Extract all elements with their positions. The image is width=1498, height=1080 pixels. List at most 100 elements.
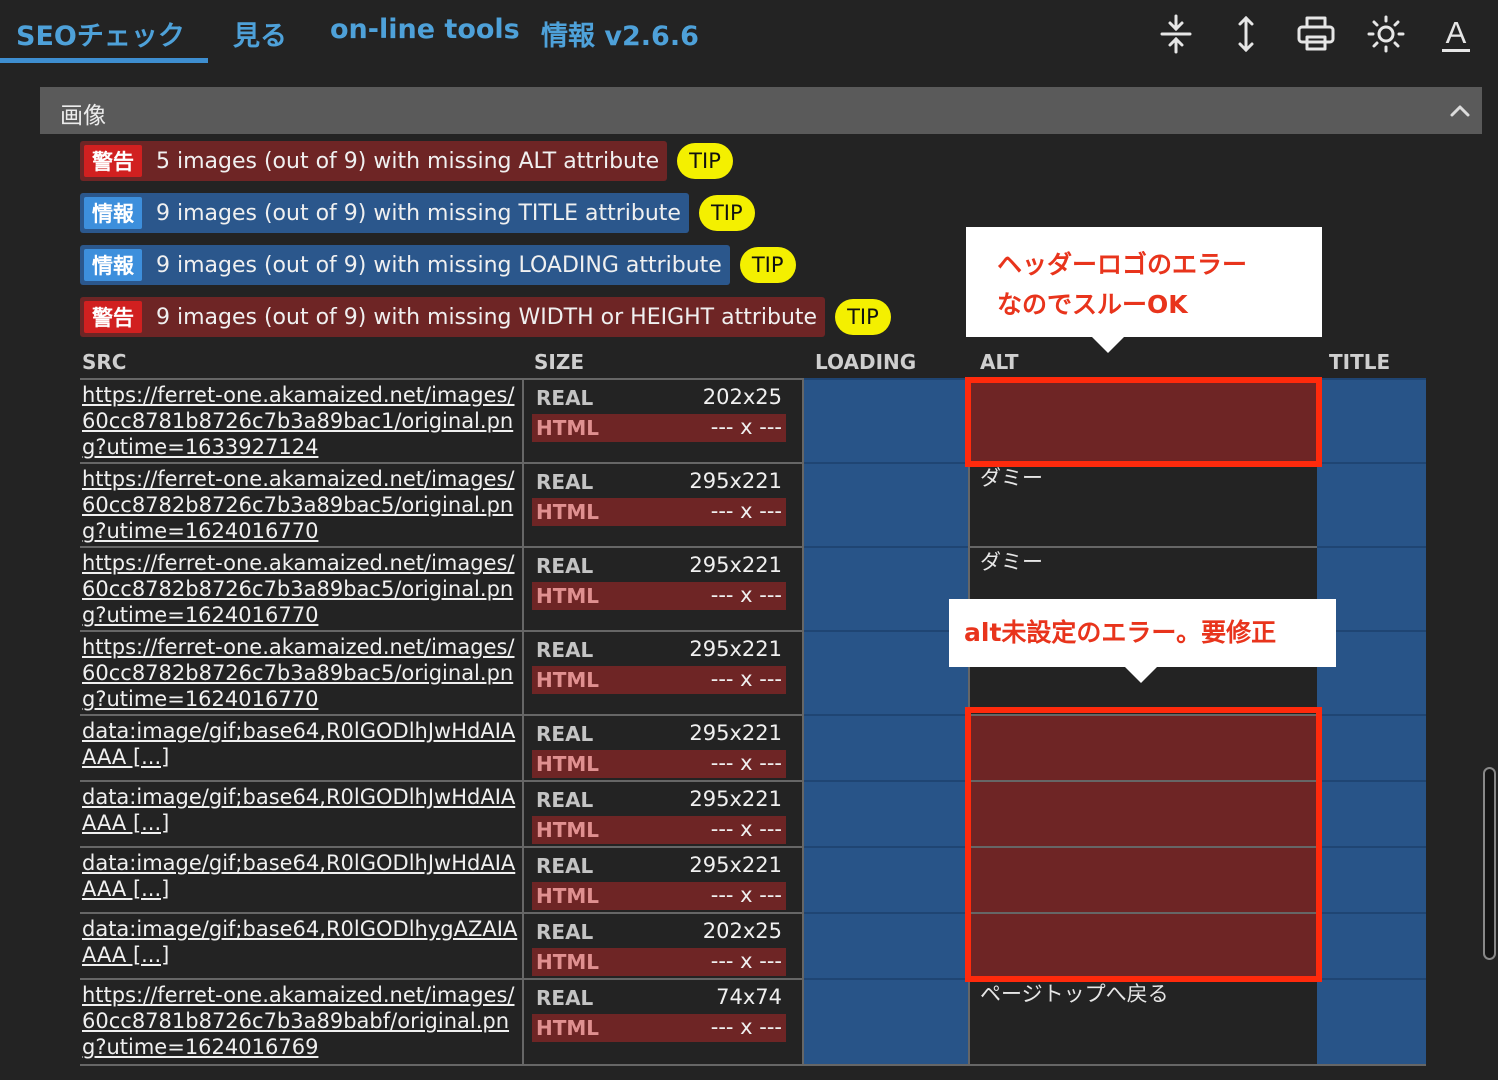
table-row: https://ferret-one.akamaized.net/images/… (80, 978, 1426, 1066)
real-label: REAL (536, 722, 594, 746)
message-missing-title: 情報 9 images (out of 9) with missing TITL… (80, 193, 755, 233)
message-text: 9 images (out of 9) with missing WIDTH o… (156, 304, 818, 330)
annotation-callout-header-logo: ヘッダーロゴのエラー なのでスルーOK (966, 227, 1322, 353)
src-cell: https://ferret-one.akamaized.net/images/… (80, 630, 524, 714)
html-size: HTML --- x --- (532, 816, 786, 844)
src-cell: https://ferret-one.akamaized.net/images/… (80, 378, 524, 462)
table-row: https://ferret-one.akamaized.net/images/… (80, 462, 1426, 546)
images-section-header[interactable]: 画像 (40, 87, 1482, 134)
real-label: REAL (536, 920, 594, 944)
message-missing-loading: 情報 9 images (out of 9) with missing LOAD… (80, 245, 796, 285)
html-size: HTML --- x --- (532, 1014, 786, 1042)
html-size-value: --- x --- (710, 751, 782, 775)
tab-seo-check[interactable]: SEOチェック (16, 14, 185, 53)
html-size: HTML --- x --- (532, 666, 786, 694)
real-label: REAL (536, 638, 594, 662)
real-size-value: 295x221 (689, 637, 782, 661)
message-box: 情報 9 images (out of 9) with missing TITL… (80, 193, 689, 233)
real-size-value: 295x221 (689, 553, 782, 577)
html-label: HTML (536, 416, 600, 440)
real-label: REAL (536, 386, 594, 410)
html-size-value: --- x --- (710, 667, 782, 691)
real-size: REAL 295x221 (532, 852, 786, 880)
tab-online-tools[interactable]: on-line tools (330, 14, 520, 45)
font-icon[interactable]: A (1434, 12, 1478, 56)
loading-cell (804, 378, 968, 462)
src-cell: data:image/gif;base64,R0lGODlhygAZAIAAAA… (80, 912, 524, 978)
image-src-link[interactable]: data:image/gif;base64,R0lGODlhygAZAIAAAA… (82, 916, 518, 968)
image-src-link[interactable]: data:image/gif;base64,R0lGODlhJwHdAIAAAA… (82, 718, 518, 770)
real-size-value: 295x221 (689, 469, 782, 493)
column-header-loading: LOADING (815, 350, 917, 374)
brightness-icon[interactable] (1364, 12, 1408, 56)
html-size: HTML --- x --- (532, 582, 786, 610)
html-label: HTML (536, 950, 600, 974)
tab-view[interactable]: 見る (233, 14, 287, 53)
tip-button[interactable]: TIP (835, 299, 891, 335)
real-label: REAL (536, 554, 594, 578)
message-box: 情報 9 images (out of 9) with missing LOAD… (80, 245, 730, 285)
annotation-callout-missing-alt: alt未設定のエラー。要修正 (949, 599, 1336, 683)
loading-cell (804, 780, 968, 846)
info-badge: 情報 (84, 249, 142, 281)
alt-text: ページトップへ戻る (980, 982, 1169, 1006)
image-src-link[interactable]: data:image/gif;base64,R0lGODlhJwHdAIAAAA… (82, 850, 518, 902)
real-size-value: 295x221 (689, 787, 782, 811)
column-header-size: SIZE (534, 350, 585, 374)
real-size-value: 74x74 (716, 985, 782, 1009)
tip-button[interactable]: TIP (739, 247, 796, 283)
real-size-value: 295x221 (689, 721, 782, 745)
size-cell: REAL 202x25 HTML --- x --- (522, 912, 804, 978)
real-label: REAL (536, 986, 594, 1010)
tip-button[interactable]: TIP (677, 143, 733, 179)
column-header-title: TITLE (1329, 350, 1391, 374)
loading-cell (804, 846, 968, 912)
image-src-link[interactable]: data:image/gif;base64,R0lGODlhJwHdAIAAAA… (82, 784, 518, 836)
title-cell (1317, 462, 1426, 546)
real-size-value: 202x25 (702, 919, 782, 943)
tab-info-version[interactable]: 情報 v2.6.6 (541, 14, 699, 53)
message-missing-width-height: 警告 9 images (out of 9) with missing WIDT… (80, 297, 891, 337)
image-src-link[interactable]: https://ferret-one.akamaized.net/images/… (82, 634, 518, 712)
size-cell: REAL 295x221 HTML --- x --- (522, 714, 804, 780)
html-size-value: --- x --- (710, 583, 782, 607)
warning-badge: 警告 (84, 145, 142, 177)
html-label: HTML (536, 668, 600, 692)
image-src-link[interactable]: https://ferret-one.akamaized.net/images/… (82, 466, 518, 544)
annotation-highlight-frame (965, 707, 1322, 982)
expand-vertical-icon[interactable] (1224, 12, 1268, 56)
loading-cell (804, 978, 968, 1064)
message-missing-alt: 警告 5 images (out of 9) with missing ALT … (80, 141, 733, 181)
chevron-up-icon[interactable] (1448, 99, 1472, 123)
real-size: REAL 74x74 (532, 984, 786, 1012)
real-size-value: 202x25 (702, 385, 782, 409)
image-src-link[interactable]: https://ferret-one.akamaized.net/images/… (82, 550, 518, 628)
annotation-highlight-frame (965, 377, 1322, 467)
vertical-scrollbar[interactable] (1483, 767, 1496, 960)
image-src-link[interactable]: https://ferret-one.akamaized.net/images/… (82, 382, 518, 460)
real-label: REAL (536, 854, 594, 878)
loading-cell (804, 630, 968, 714)
html-size-value: --- x --- (710, 817, 782, 841)
collapse-vertical-icon[interactable] (1154, 12, 1198, 56)
src-cell: data:image/gif;base64,R0lGODlhJwHdAIAAAA… (80, 846, 524, 912)
html-label: HTML (536, 500, 600, 524)
callout-line: なのでスルーOK (997, 290, 1188, 319)
tip-button[interactable]: TIP (698, 195, 755, 231)
html-size: HTML --- x --- (532, 498, 786, 526)
html-size-value: --- x --- (710, 499, 782, 523)
alt-text: ダミー (980, 550, 1043, 574)
size-cell: REAL 295x221 HTML --- x --- (522, 462, 804, 546)
real-size: REAL 295x221 (532, 468, 786, 496)
title-cell (1317, 780, 1426, 846)
active-tab-indicator (0, 58, 208, 63)
print-icon[interactable] (1294, 12, 1338, 56)
image-src-link[interactable]: https://ferret-one.akamaized.net/images/… (82, 982, 518, 1060)
loading-cell (804, 546, 968, 630)
real-size: REAL 202x25 (532, 918, 786, 946)
html-size: HTML --- x --- (532, 948, 786, 976)
html-size-value: --- x --- (710, 949, 782, 973)
src-cell: data:image/gif;base64,R0lGODlhJwHdAIAAAA… (80, 714, 524, 780)
html-label: HTML (536, 584, 600, 608)
message-text: 9 images (out of 9) with missing LOADING… (156, 252, 722, 278)
